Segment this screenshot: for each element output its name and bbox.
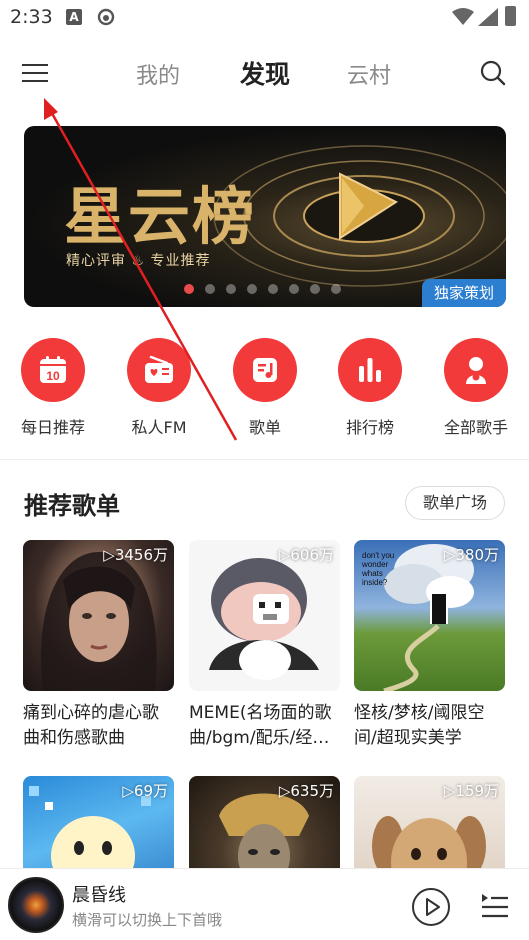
banner-title: 星云榜 xyxy=(64,180,257,253)
play-count: ▷380万 xyxy=(443,546,499,564)
pagination-dot xyxy=(205,284,215,294)
playlist-cover: ▷3456万 xyxy=(23,540,174,691)
entry-all-singers[interactable]: 全部歌手 xyxy=(426,338,526,438)
playlist-icon xyxy=(253,358,277,382)
album-disc[interactable] xyxy=(8,877,64,933)
status-time: 2:33 xyxy=(10,6,53,28)
playlist-card[interactable]: don't you wonder whats inside? ▷380万 怪核/… xyxy=(354,540,505,751)
entry-icon-circle xyxy=(233,338,297,402)
promo-banner[interactable]: 星云榜 精心评审 ♨ 专业推荐 独家策划 xyxy=(24,126,506,307)
playlist-title: MEME(名场面的歌曲/bgm/配乐/经… xyxy=(189,703,332,748)
cover-text-line: inside? xyxy=(362,578,388,587)
playlist-card[interactable]: ▷606万 MEME(名场面的歌曲/bgm/配乐/经… xyxy=(189,540,340,751)
playlist-cover: don't you wonder whats inside? ▷380万 xyxy=(354,540,505,691)
radio-icon xyxy=(145,355,173,383)
pagination-dot xyxy=(331,284,341,294)
pagination-dot xyxy=(247,284,257,294)
play-count: ▷69万 xyxy=(122,782,168,800)
pagination-dot xyxy=(289,284,299,294)
pagination-dot xyxy=(268,284,278,294)
play-count: ▷606万 xyxy=(278,546,334,564)
entry-label: 每日推荐 xyxy=(20,418,85,437)
entry-icon-circle: 10 xyxy=(21,338,85,402)
entry-icon-circle xyxy=(338,338,402,402)
playlist-card[interactable]: ▷3456万 痛到心碎的虐心歌曲和伤感歌曲 xyxy=(23,540,174,751)
playlist-square-button[interactable]: 歌单广场 xyxy=(405,486,505,520)
playlist-cover: ▷606万 xyxy=(189,540,340,691)
entry-ranking[interactable]: 排行榜 xyxy=(320,338,420,438)
battery-icon xyxy=(505,6,516,26)
tab-discover[interactable]: 发现 xyxy=(240,55,290,91)
section-divider xyxy=(0,459,529,460)
pagination-dot xyxy=(226,284,236,294)
entry-label: 歌单 xyxy=(248,418,281,437)
tab-village[interactable]: 云村 xyxy=(347,58,391,90)
playlist-title: 痛到心碎的虐心歌曲和伤感歌曲 xyxy=(23,703,159,748)
search-icon[interactable] xyxy=(480,60,506,86)
entry-label: 全部歌手 xyxy=(443,418,508,437)
singer-icon xyxy=(466,357,486,384)
rank-bars-icon xyxy=(359,358,381,382)
entry-personal-fm[interactable]: 私人FM xyxy=(109,338,209,438)
now-playing-title: 晨昏线 xyxy=(72,885,126,906)
cover-text-line: wonder xyxy=(361,560,389,569)
mini-player[interactable]: 晨昏线 横滑可以切换上下首哦 xyxy=(0,868,529,940)
notification-app-icon: A xyxy=(66,9,82,25)
entry-icon-circle xyxy=(444,338,508,402)
signal-icon xyxy=(478,8,498,26)
playlist-title: 怪核/梦核/阈限空间/超现实美学 xyxy=(354,703,485,748)
cover-text-line: don't you xyxy=(362,551,394,560)
play-count: ▷3456万 xyxy=(103,546,168,564)
banner-pagination xyxy=(184,284,341,294)
cover-text-line: whats xyxy=(361,569,383,578)
entry-label: 排行榜 xyxy=(345,418,394,437)
calendar-icon: 10 xyxy=(40,356,66,383)
banner-tag: 独家策划 xyxy=(422,279,506,307)
play-count: ▷635万 xyxy=(278,782,334,800)
pagination-dot xyxy=(184,284,194,294)
section-title: 推荐歌单 xyxy=(24,492,120,520)
entry-daily-recommend[interactable]: 10 每日推荐 xyxy=(3,338,103,438)
now-playing-hint: 横滑可以切换上下首哦 xyxy=(72,911,223,929)
queue-list-icon[interactable] xyxy=(480,891,510,921)
top-header: 我的 发现 云村 xyxy=(0,50,529,98)
sync-icon xyxy=(97,8,115,26)
status-bar: 2:33 A xyxy=(0,0,529,38)
wifi-icon xyxy=(452,8,474,25)
quick-entries: 10 每日推荐 私人FM 歌单 排行榜 全部歌手 xyxy=(0,338,529,438)
entry-label: 私人FM xyxy=(131,418,187,437)
banner-subtitle: 精心评审 ♨ 专业推荐 xyxy=(66,253,211,269)
entry-icon-circle xyxy=(127,338,191,402)
pagination-dot xyxy=(310,284,320,294)
tab-mine[interactable]: 我的 xyxy=(136,58,180,90)
play-icon[interactable] xyxy=(411,887,451,927)
play-count: ▷159万 xyxy=(443,782,499,800)
calendar-date: 10 xyxy=(46,369,60,383)
entry-playlist[interactable]: 歌单 xyxy=(215,338,315,438)
menu-icon[interactable] xyxy=(22,62,48,84)
